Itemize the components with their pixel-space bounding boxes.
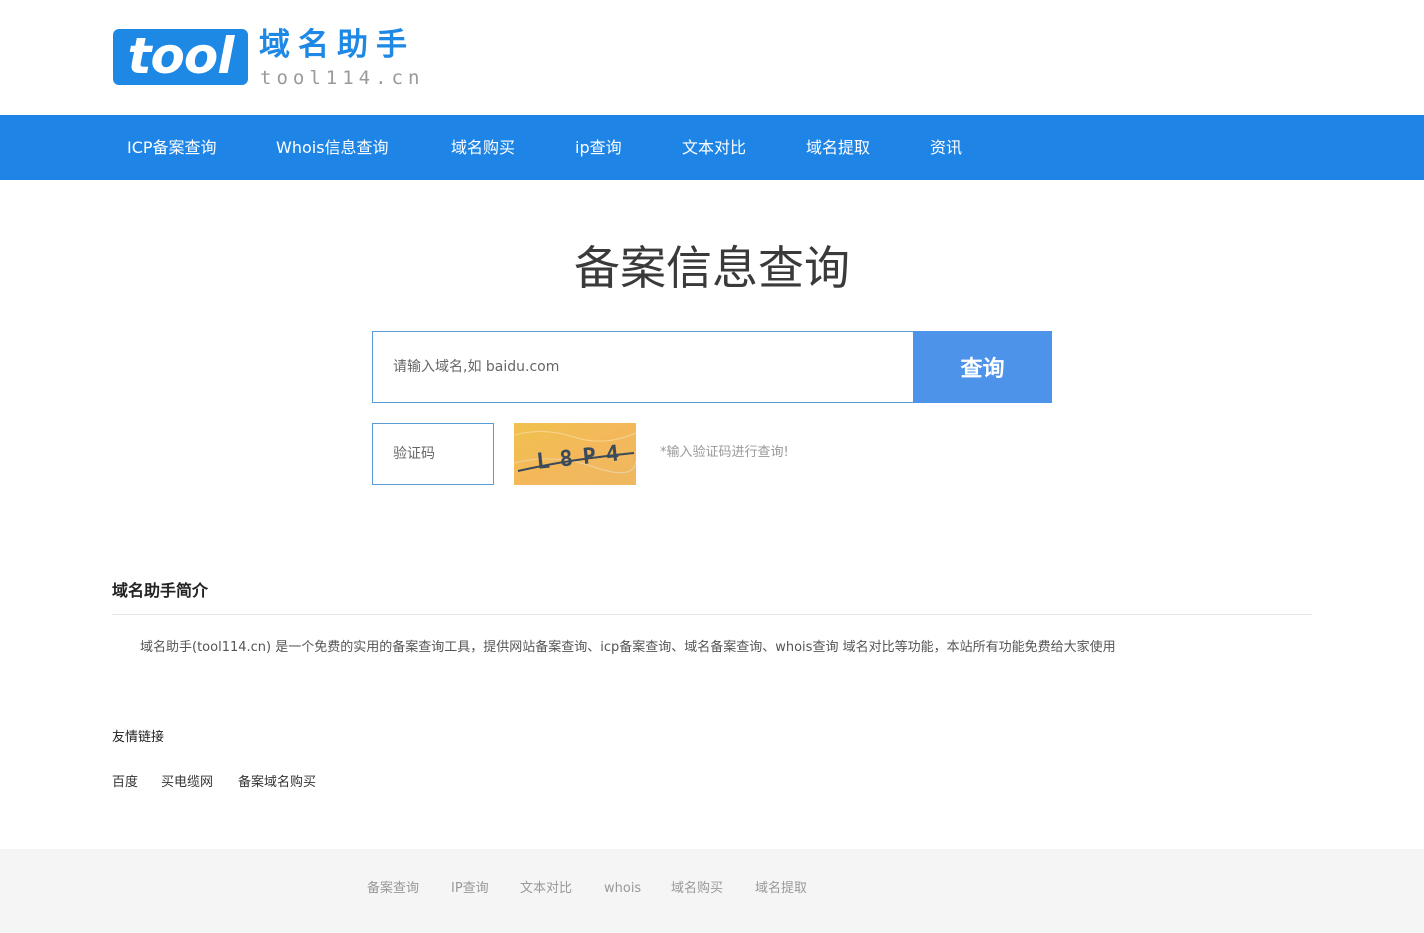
main-nav: ICP备案查询 Whois信息查询 域名购买 ip查询 文本对比 域名提取 资讯 xyxy=(0,115,1424,180)
footer-link-icp[interactable]: 备案查询 xyxy=(367,879,419,899)
logo-title: 域名助手 xyxy=(259,27,415,63)
nav-item-news[interactable]: 资讯 xyxy=(930,115,962,180)
logo-mark: tool xyxy=(113,29,248,85)
captcha-input[interactable] xyxy=(372,423,494,485)
logo-domain: tool114.cn xyxy=(260,67,425,89)
captcha-image[interactable]: L8P4 xyxy=(514,423,636,485)
search-button[interactable]: 查询 xyxy=(913,331,1052,403)
intro-text: 域名助手(tool114.cn) 是一个免费的实用的备案查询工具，提供网站备案查… xyxy=(140,640,1116,655)
friend-link-cable[interactable]: 买电缆网 xyxy=(161,773,213,793)
footer-link-domain-buy[interactable]: 域名购买 xyxy=(671,879,723,899)
intro-title: 域名助手简介 xyxy=(112,581,209,600)
captcha-hint: *输入验证码进行查询! xyxy=(660,445,789,460)
footer-link-ip[interactable]: IP查询 xyxy=(451,879,489,899)
nav-item-icp[interactable]: ICP备案查询 xyxy=(127,115,217,180)
friend-link-domain-buy[interactable]: 备案域名购买 xyxy=(238,773,316,793)
friend-links-title: 友情链接 xyxy=(112,730,165,745)
site-footer: 备案查询 IP查询 文本对比 whois 域名购买 域名提取 xyxy=(0,849,1424,933)
nav-item-text-compare[interactable]: 文本对比 xyxy=(682,115,746,180)
footer-link-whois[interactable]: whois xyxy=(604,879,641,899)
footer-link-domain-extract[interactable]: 域名提取 xyxy=(755,879,807,899)
page-title: 备案信息查询 xyxy=(574,241,850,295)
friend-link-baidu[interactable]: 百度 xyxy=(112,773,138,793)
nav-item-domain-buy[interactable]: 域名购买 xyxy=(451,115,515,180)
nav-item-ip[interactable]: ip查询 xyxy=(575,115,622,180)
nav-item-domain-extract[interactable]: 域名提取 xyxy=(806,115,870,180)
domain-search-input[interactable] xyxy=(372,331,913,403)
site-logo[interactable]: tool 域名助手 tool114.cn xyxy=(113,27,423,89)
site-header: tool 域名助手 tool114.cn xyxy=(0,0,1424,115)
intro-divider xyxy=(112,614,1312,615)
footer-link-text-compare[interactable]: 文本对比 xyxy=(520,879,572,899)
nav-item-whois[interactable]: Whois信息查询 xyxy=(276,115,389,180)
